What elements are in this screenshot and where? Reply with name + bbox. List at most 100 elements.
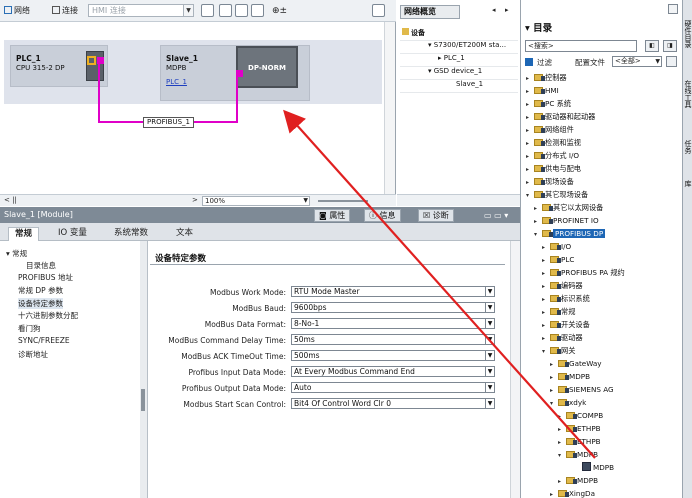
catalog-tree-item[interactable]: ▸ 编码器 [542, 280, 583, 291]
nav-item-general-dp[interactable]: 常规 DP 参数 [18, 285, 63, 296]
catalog-tree-item[interactable]: ▸ PLC [542, 254, 574, 265]
dp-norm-module[interactable]: DP-NORM [236, 46, 298, 88]
chevron-down-icon[interactable]: ▾ [550, 398, 558, 409]
catalog-tree-item[interactable]: ▾ 网关 [542, 345, 575, 356]
search-down-icon[interactable]: ◧ [645, 40, 659, 52]
chevron-right-icon[interactable]: ▸ [558, 411, 566, 422]
param-select-work-mode[interactable]: RTU Mode Master ▼ [291, 286, 495, 297]
nav-item-sync-freeze[interactable]: SYNC/FREEZE [18, 336, 70, 345]
chevron-right-icon[interactable]: ▸ [542, 281, 550, 292]
catalog-tree-item[interactable]: ▸ MDPB [550, 371, 590, 382]
catalog-tree-item[interactable]: ▾ MDPB [558, 449, 598, 460]
catalog-tree-item[interactable]: ▸ 驱动器 [542, 332, 583, 343]
tab-general[interactable]: 常规 [8, 227, 40, 241]
chevron-down-icon[interactable]: ▾ [558, 450, 566, 461]
nav-item-catalog-info[interactable]: 目录信息 [26, 260, 56, 271]
grid-icon[interactable] [201, 4, 214, 17]
catalog-tree-item[interactable]: ▸ I/O [542, 241, 571, 252]
nav-item-diag-address[interactable]: 诊断地址 [18, 349, 48, 360]
catalog-tree-item[interactable]: ▸ PROFIBUS PA 规约 [542, 267, 625, 278]
chevron-right-icon[interactable]: ▸ [526, 86, 534, 97]
chevron-right-icon[interactable]: ▸ [558, 476, 566, 487]
catalog-tree-item[interactable]: MDPB [574, 462, 614, 473]
scroll-right-icon[interactable]: > [192, 196, 198, 204]
inspector-vertical-scrollbar[interactable] [510, 241, 520, 498]
nav-item-hex-params[interactable]: 十六进制参数分配 [18, 310, 78, 321]
nav-item-general[interactable]: ▾ 常规 [6, 248, 27, 259]
catalog-tree-item[interactable]: ▸ ETHPB [558, 436, 601, 447]
overview-toggle-icon[interactable] [372, 4, 385, 17]
overview-row[interactable]: ▾ S7300/ET200M sta... [428, 41, 506, 49]
chevron-right-icon[interactable]: ▸ [542, 255, 550, 266]
catalog-tree-item[interactable]: ▸ SIEMENS AG [550, 384, 614, 395]
tab-info[interactable]: ⓘ 信息 [364, 209, 401, 222]
catalog-tree-item[interactable]: ▸ 其它以太网设备 [534, 202, 603, 213]
param-select-input-mode[interactable]: At Every Modbus Command End ▼ [291, 366, 495, 377]
chevron-down-icon[interactable]: ▾ [534, 229, 542, 240]
catalog-tree-item[interactable]: ▸ XingDa [550, 488, 595, 498]
profibus-label[interactable]: PROFIBUS_1 [143, 117, 195, 128]
chevron-right-icon[interactable]: ▸ [542, 307, 550, 318]
chevron-right-icon[interactable]: ▸ [542, 333, 550, 344]
catalog-settings-icon[interactable] [666, 56, 677, 67]
catalog-tree-item[interactable]: ▸ 开关设备 [542, 319, 590, 330]
zoom-slider[interactable] [318, 200, 368, 202]
tab-properties[interactable]: ◙ 属性 [314, 209, 351, 222]
nav-item-device-params[interactable]: 设备特定参数 [18, 298, 63, 309]
catalog-tree-item[interactable]: ▸ 标识系统 [542, 293, 590, 304]
chevron-right-icon[interactable]: ▸ [526, 151, 534, 162]
connection-type-select[interactable]: HMI 连接 ▼ [88, 4, 194, 17]
table-icon[interactable] [235, 4, 248, 17]
catalog-tree-item[interactable]: ▸ 检测和监视 [526, 137, 581, 148]
plc-dp-port[interactable] [97, 57, 104, 64]
chevron-right-icon[interactable]: ▸ [558, 424, 566, 435]
panel-splitter[interactable] [140, 241, 148, 498]
overview-row[interactable]: Slave_1 [456, 80, 483, 88]
overview-row[interactable]: ▸ PLC_1 [438, 54, 465, 62]
catalog-tree-item[interactable]: ▸ 驱动器和起动器 [526, 111, 595, 122]
catalog-tree-item[interactable]: ▸ GateWay [550, 358, 602, 369]
chevron-left-icon[interactable]: ◂ [492, 6, 496, 14]
catalog-header[interactable]: ▾ 目录 [521, 22, 682, 36]
chevron-right-icon[interactable]: ▸ [526, 125, 534, 136]
chevron-right-icon[interactable]: ▸ [526, 73, 534, 84]
catalog-tree-item[interactable]: ▸ HMI [526, 85, 559, 96]
catalog-tree-item[interactable]: ▸ 控制器 [526, 72, 567, 83]
param-select-scan-control[interactable]: Bit4 Of Control Word Clr 0 ▼ [291, 398, 495, 409]
filter-checkbox[interactable] [525, 58, 533, 66]
panel-toggle-icon[interactable] [668, 4, 678, 14]
chevron-down-icon[interactable]: ▾ [526, 190, 534, 201]
view-icon[interactable] [219, 4, 232, 17]
chevron-right-icon[interactable]: ▸ [542, 242, 550, 253]
catalog-tree-item[interactable]: ▸ PC 系统 [526, 98, 571, 109]
catalog-tree-item[interactable]: ▸ ETHPB [558, 423, 601, 434]
nav-item-profibus-address[interactable]: PROFIBUS 地址 [18, 272, 73, 283]
chevron-right-icon[interactable]: ▸ [542, 320, 550, 331]
chevron-right-icon[interactable]: ▸ [542, 294, 550, 305]
network-vertical-scrollbar[interactable] [384, 22, 395, 194]
chevron-right-icon[interactable]: ▸ [505, 6, 509, 14]
side-tab-hardware-catalog[interactable]: 硬件目录 [683, 20, 692, 48]
scroll-left-icon[interactable]: < || [4, 196, 17, 204]
chevron-right-icon[interactable]: ▸ [550, 489, 558, 498]
catalog-tree-item[interactable]: ▸ 分布式 I/O [526, 150, 579, 161]
nav-item-watchdog[interactable]: 看门狗 [18, 323, 41, 334]
side-tab-libraries[interactable]: 库 [683, 180, 692, 187]
chevron-down-icon[interactable]: ▾ [542, 346, 550, 357]
chevron-right-icon[interactable]: ▸ [526, 177, 534, 188]
network-button[interactable]: 网络 [4, 4, 30, 18]
splitter-handle[interactable] [141, 389, 145, 411]
tab-system-constants[interactable]: 系统常数 [108, 227, 154, 241]
slave-master-link[interactable]: PLC_1 [166, 78, 187, 86]
param-select-baud[interactable]: 9600bps ▼ [291, 302, 495, 313]
chevron-right-icon[interactable]: ▸ [534, 203, 542, 214]
tab-network-overview[interactable]: 网络概览 [400, 5, 460, 19]
chevron-right-icon[interactable]: ▸ [534, 216, 542, 227]
chevron-right-icon[interactable]: ▸ [550, 372, 558, 383]
tab-diagnostics[interactable]: ☒ 诊断 [418, 209, 454, 222]
chevron-right-icon[interactable]: ▸ [526, 99, 534, 110]
catalog-tree-item[interactable]: ▸ COMPB [558, 410, 603, 421]
chevron-right-icon[interactable]: ▸ [550, 359, 558, 370]
overview-scrollbar[interactable] [397, 194, 520, 206]
connect-button[interactable]: 连接 [52, 4, 78, 18]
